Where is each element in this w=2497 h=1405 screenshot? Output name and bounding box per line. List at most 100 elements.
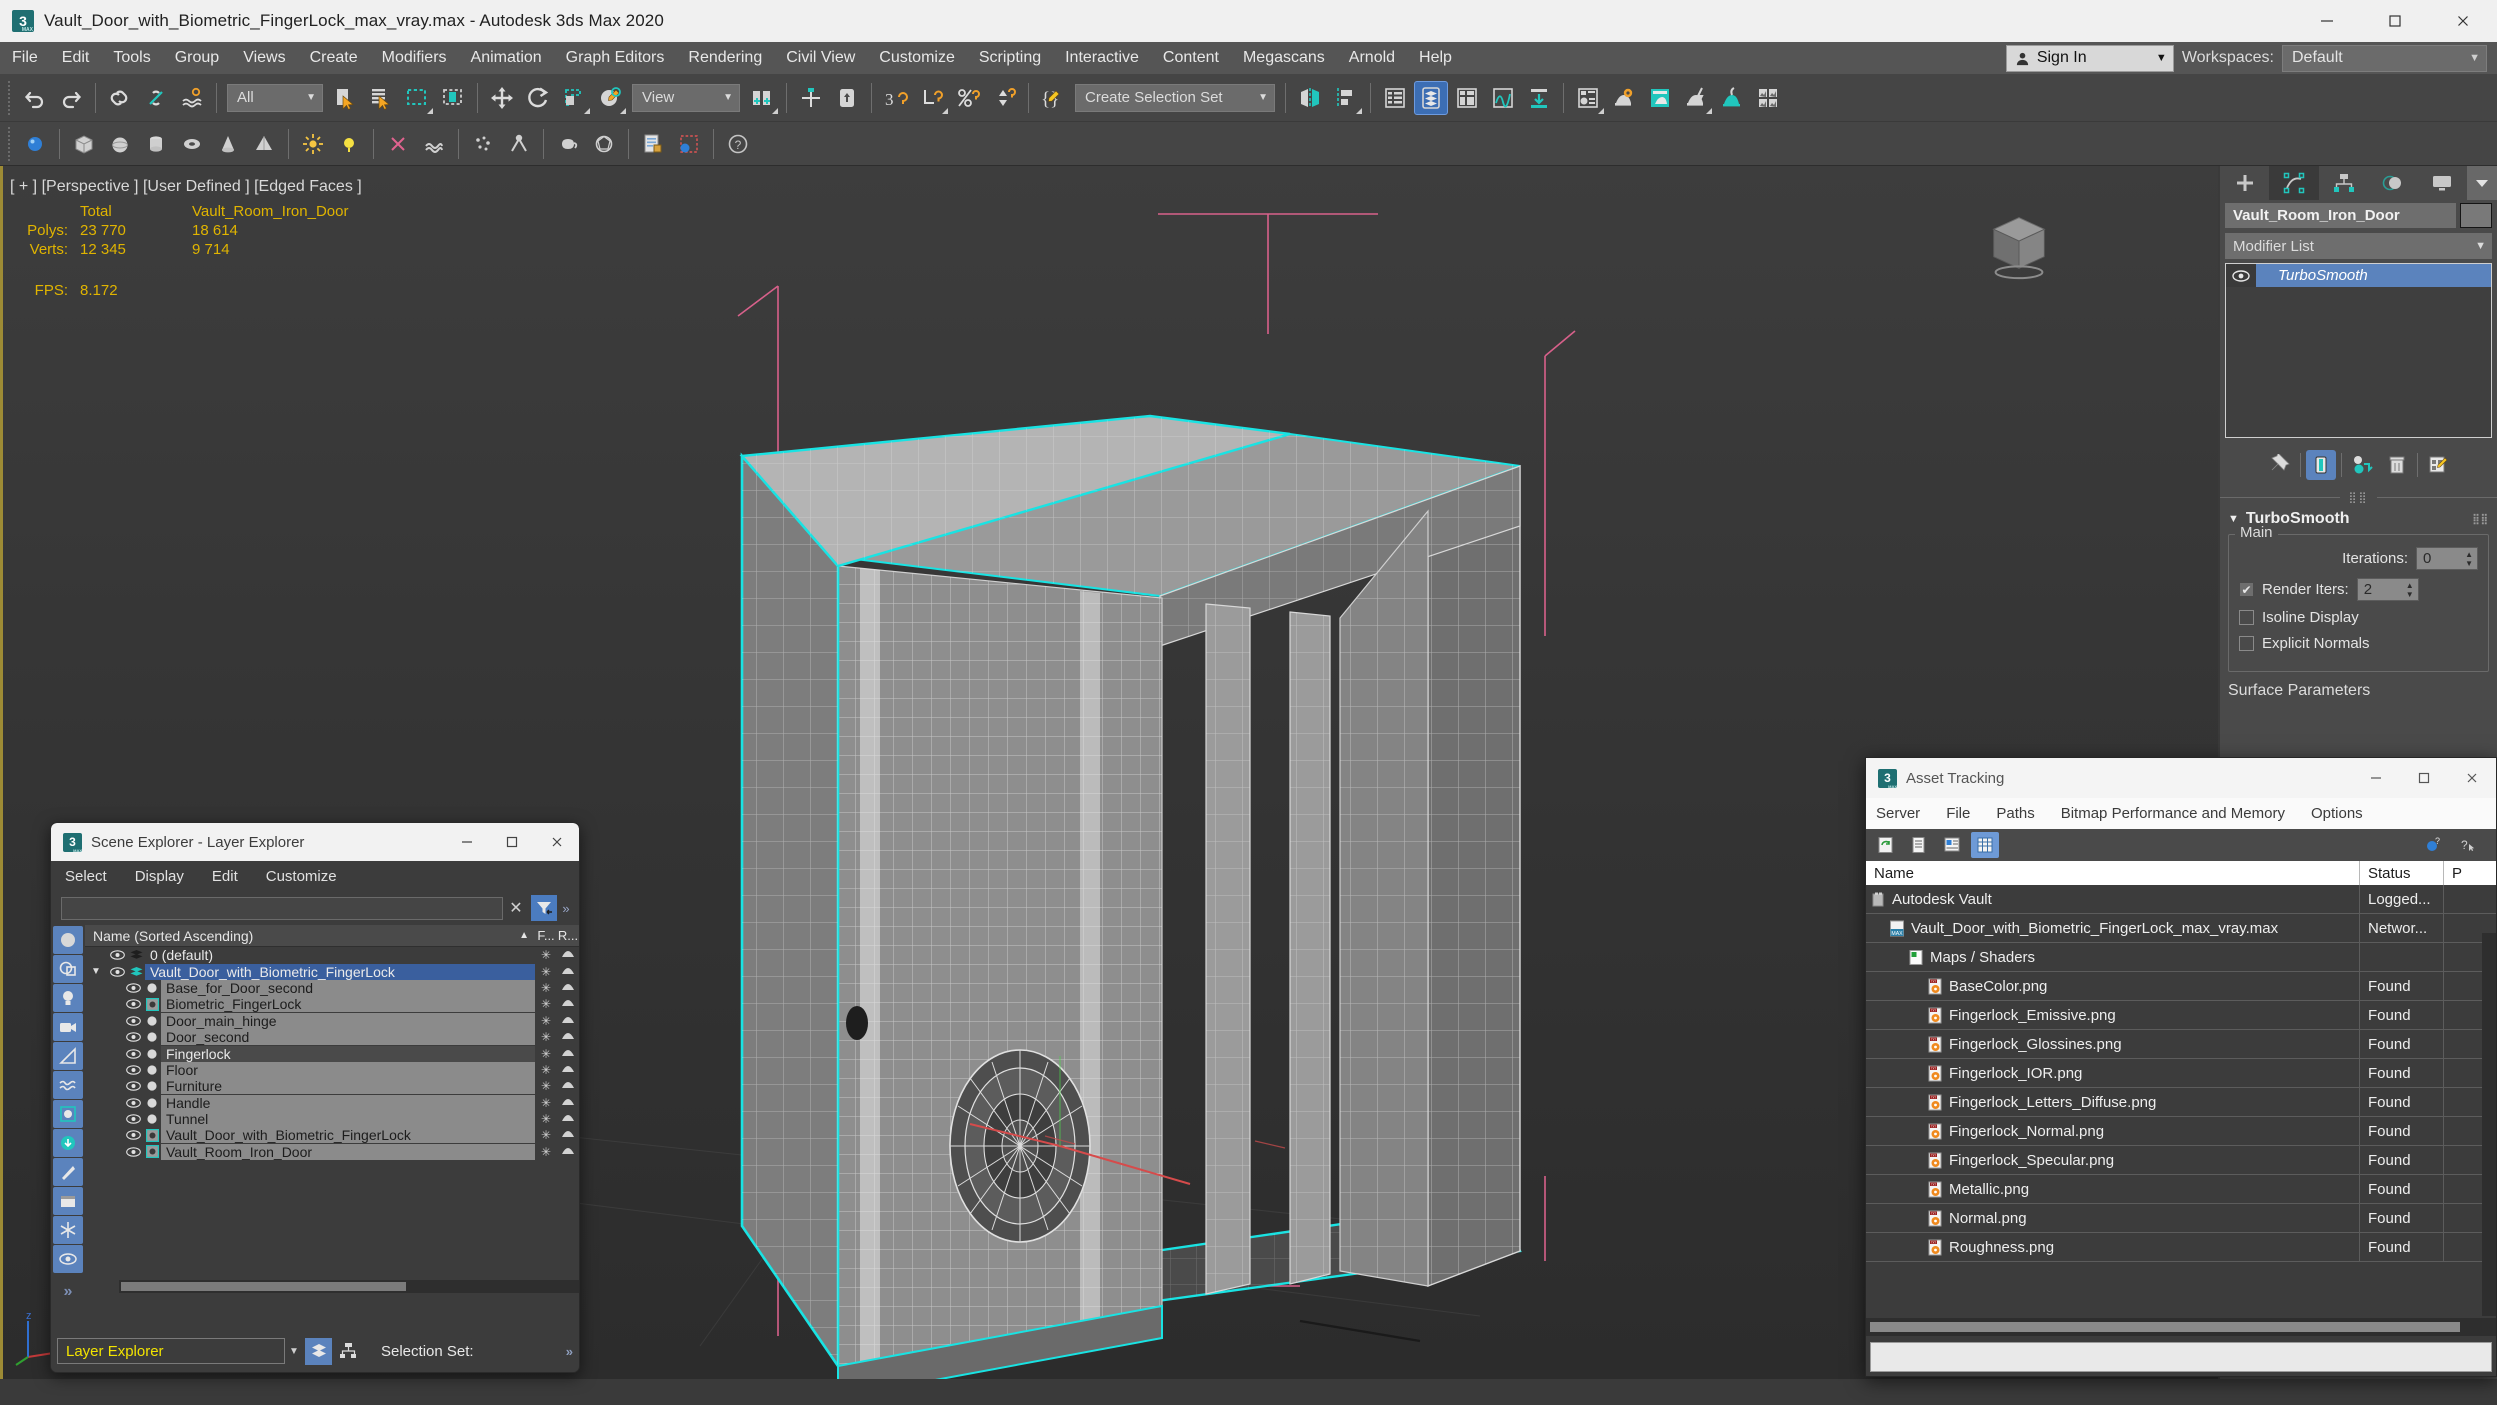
- filter-bones-icon[interactable]: [53, 1158, 83, 1186]
- list-view-icon[interactable]: [1905, 832, 1933, 858]
- se-menu-display[interactable]: Display: [135, 868, 184, 885]
- menu-graph-editors[interactable]: Graph Editors: [554, 45, 677, 71]
- at-menu-options[interactable]: Options: [2311, 805, 2363, 822]
- asset-vertical-scrollbar[interactable]: [2482, 933, 2496, 1316]
- select-and-scale-icon[interactable]: [557, 81, 591, 115]
- asset-row[interactable]: TXT Normal.png Found: [1866, 1203, 2496, 1233]
- render-cell[interactable]: [557, 1030, 579, 1044]
- filter-funnel-icon[interactable]: [531, 895, 557, 921]
- menu-scripting[interactable]: Scripting: [967, 45, 1053, 71]
- freeze-cell[interactable]: ✳: [535, 1112, 557, 1126]
- tab-modify[interactable]: [2269, 166, 2319, 200]
- filter-geometry-icon[interactable]: [53, 926, 83, 954]
- select-and-link-icon[interactable]: [103, 81, 137, 115]
- object-color-swatch[interactable]: [2460, 202, 2492, 228]
- layer-row[interactable]: Furniture ✳: [85, 1078, 579, 1095]
- systems-bones-icon[interactable]: [502, 127, 536, 161]
- pyramid-primitive-icon[interactable]: [247, 127, 281, 161]
- scene-explorer-title-bar[interactable]: 3 Scene Explorer - Layer Explorer: [51, 823, 579, 861]
- render-production-icon[interactable]: [1679, 81, 1713, 115]
- menu-content[interactable]: Content: [1151, 45, 1231, 71]
- scrollbar-thumb[interactable]: [1870, 1322, 2460, 1332]
- horizontal-scrollbar[interactable]: [119, 1280, 579, 1293]
- at-menu-bitmap[interactable]: Bitmap Performance and Memory: [2061, 805, 2285, 822]
- minimize-icon[interactable]: [2352, 758, 2400, 798]
- configure-modifier-sets-icon[interactable]: [2423, 450, 2453, 480]
- layer-row[interactable]: Vault_Room_Iron_Door ✳: [85, 1143, 579, 1160]
- window-crossing-toggle-icon[interactable]: [436, 81, 470, 115]
- panel-resize-handle[interactable]: ⣿⣿: [2220, 490, 2497, 504]
- undo-icon[interactable]: [18, 81, 52, 115]
- expand-chevron-icon[interactable]: »: [566, 1344, 573, 1359]
- align-icon[interactable]: [1329, 81, 1363, 115]
- menu-views[interactable]: Views: [231, 45, 297, 71]
- render-cell[interactable]: [557, 1079, 579, 1093]
- at-menu-server[interactable]: Server: [1876, 805, 1920, 822]
- menu-rendering[interactable]: Rendering: [676, 45, 774, 71]
- named-selection-set-combo[interactable]: Create Selection Set ▼: [1075, 83, 1275, 112]
- object-bullet-icon[interactable]: [143, 1097, 161, 1109]
- eye-icon[interactable]: [123, 999, 143, 1010]
- layer-row[interactable]: Base_for_Door_second ✳: [85, 979, 579, 996]
- select-by-name-icon[interactable]: [364, 81, 398, 115]
- eye-icon[interactable]: [123, 1147, 143, 1157]
- filter-containers-icon[interactable]: [53, 1187, 83, 1215]
- sign-in-button[interactable]: Sign In ▼: [2005, 44, 2174, 72]
- menu-group[interactable]: Group: [163, 45, 231, 71]
- asset-row[interactable]: TXT Fingerlock_Emissive.png Found: [1866, 1000, 2496, 1030]
- twirl-down-icon[interactable]: ▼: [85, 966, 107, 977]
- freeze-cell[interactable]: ✳: [535, 1096, 557, 1110]
- filter-xrefs-icon[interactable]: [53, 1100, 83, 1128]
- layer-row[interactable]: 0 (default) ✳: [85, 947, 579, 963]
- cone-primitive-icon[interactable]: [211, 127, 245, 161]
- use-pivot-point-center-icon[interactable]: [745, 81, 779, 115]
- layer-row[interactable]: Fingerlock ✳: [85, 1045, 579, 1062]
- bind-to-space-warp-icon[interactable]: [175, 81, 209, 115]
- filter-lights-icon[interactable]: [53, 984, 83, 1012]
- material-editor-icon[interactable]: [1571, 81, 1605, 115]
- filter-helpers-icon[interactable]: [53, 1042, 83, 1070]
- quick-render-dashed-icon[interactable]: [672, 127, 706, 161]
- freeze-cell[interactable]: ✳: [535, 1047, 557, 1061]
- menu-customize[interactable]: Customize: [867, 45, 967, 71]
- menu-interactive[interactable]: Interactive: [1053, 45, 1151, 71]
- menu-arnold[interactable]: Arnold: [1337, 45, 1407, 71]
- toggle-ribbon-icon[interactable]: [1450, 81, 1484, 115]
- asset-row[interactable]: TXT Fingerlock_Specular.png Found: [1866, 1145, 2496, 1175]
- eye-icon[interactable]: [123, 1097, 143, 1108]
- xref-object-icon[interactable]: [143, 1128, 161, 1142]
- toggle-layer-explorer-icon[interactable]: [1414, 80, 1448, 115]
- placement-tool-icon[interactable]: [593, 81, 627, 115]
- eye-icon[interactable]: [123, 983, 143, 993]
- filter-spacewarps-icon[interactable]: [53, 1071, 83, 1099]
- eye-icon[interactable]: [107, 966, 127, 977]
- search-input[interactable]: [61, 896, 503, 920]
- eye-icon[interactable]: [123, 1065, 143, 1075]
- make-unique-icon[interactable]: [2347, 450, 2377, 480]
- eye-icon[interactable]: [123, 1032, 143, 1042]
- xref-object-icon[interactable]: [143, 997, 161, 1011]
- scrollbar-thumb[interactable]: [121, 1282, 407, 1291]
- render-cell[interactable]: [557, 997, 579, 1011]
- freeze-cell[interactable]: ✳: [535, 997, 557, 1011]
- hierarchy-icon[interactable]: [334, 1338, 361, 1365]
- se-menu-customize[interactable]: Customize: [266, 868, 337, 885]
- pin-stack-icon[interactable]: [2265, 450, 2295, 480]
- asset-row[interactable]: MAX Vault_Door_with_Biometric_FingerLock_…: [1866, 913, 2496, 943]
- refresh-icon[interactable]: [1872, 832, 1900, 858]
- select-and-rotate-icon[interactable]: [521, 81, 555, 115]
- object-bullet-icon[interactable]: [143, 1113, 161, 1125]
- rectangular-selection-region-icon[interactable]: [400, 81, 434, 115]
- render-cell[interactable]: [557, 1128, 579, 1142]
- asset-row[interactable]: Autodesk Vault Logged...: [1866, 884, 2496, 914]
- filter-frozen-icon[interactable]: [53, 1216, 83, 1244]
- create-sphere-blue-icon[interactable]: [18, 127, 52, 161]
- render-iters-spinner[interactable]: 2 ▲ ▼: [2356, 578, 2419, 601]
- render-cell[interactable]: [557, 1047, 579, 1061]
- select-and-manipulate-icon[interactable]: [794, 81, 828, 115]
- snaps-toggle-icon[interactable]: [830, 81, 864, 115]
- asset-row[interactable]: TXT Fingerlock_Glossines.png Found: [1866, 1029, 2496, 1059]
- asset-horizontal-scrollbar[interactable]: [1866, 1318, 2496, 1336]
- render-cell[interactable]: [557, 981, 579, 995]
- asset-grid-header[interactable]: Name Status P: [1866, 861, 2496, 885]
